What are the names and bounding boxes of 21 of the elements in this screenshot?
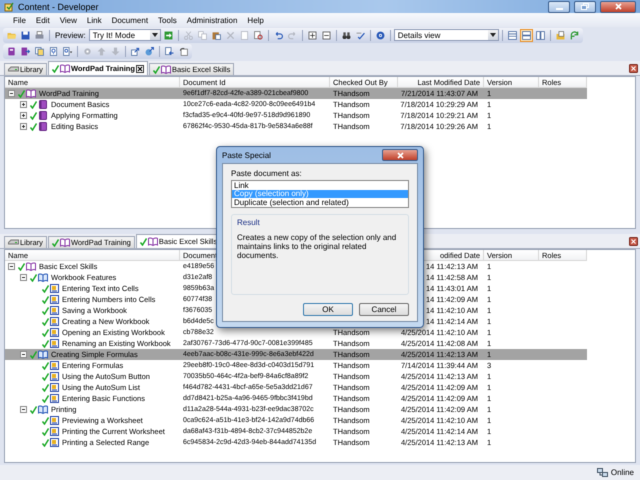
menu-item[interactable]: View — [54, 16, 82, 24]
list-item[interactable]: Duplicate (selection and related) — [232, 198, 408, 206]
dialog-title: Paste Special — [222, 150, 271, 160]
preview-label: Preview: — [54, 30, 87, 40]
menu-item[interactable]: Administration — [182, 16, 242, 24]
description-text: Creates a new copy of the selection only and maintains links to the original related documents. — [237, 232, 398, 260]
cancel-button[interactable]: Cancel — [359, 303, 409, 316]
group-title: Result — [237, 218, 261, 226]
dropdown[interactable]: Details view — [394, 29, 499, 41]
menu-item[interactable]: Edit — [30, 16, 55, 24]
dropdown[interactable]: Try It! Mode — [88, 29, 161, 41]
menu-item[interactable]: File — [8, 16, 31, 24]
menu-item[interactable]: Link — [82, 16, 107, 24]
list-item[interactable]: Link — [232, 181, 408, 190]
menu-item[interactable]: Help — [242, 16, 269, 24]
status-text: Online — [610, 468, 634, 477]
menu-item[interactable]: Tools — [153, 16, 182, 24]
ok-button[interactable]: OK — [303, 303, 353, 316]
window-title: Content - Developer — [18, 2, 100, 12]
prompt-label: Paste document as: — [231, 169, 303, 178]
menu-item[interactable]: Document — [106, 16, 154, 24]
